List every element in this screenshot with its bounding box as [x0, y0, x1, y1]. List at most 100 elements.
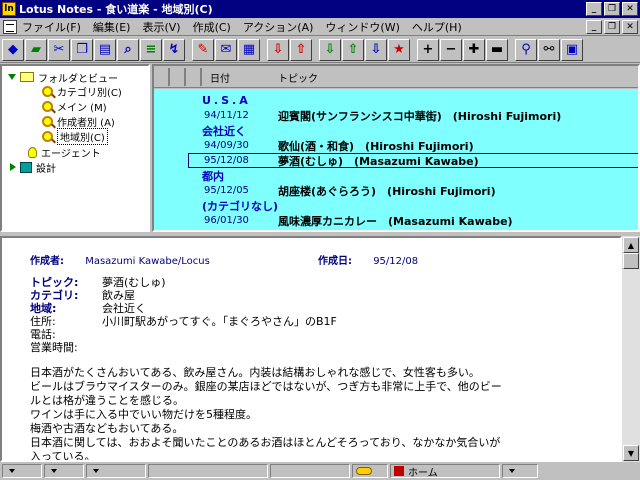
next-unread-down-icon[interactable]: ⇩	[267, 38, 289, 61]
column-header-date[interactable]: 日付	[210, 70, 230, 85]
menu-view[interactable]: 表示(V)	[136, 19, 186, 35]
view-category-row[interactable]: 会社近く	[154, 123, 638, 138]
field-label: 営業時間:	[30, 341, 78, 354]
paste-icon[interactable]: ▤	[94, 38, 116, 61]
edit-document-icon[interactable]: ✎	[192, 38, 214, 61]
sort-icon[interactable]: ↯	[163, 38, 185, 61]
view-document-row[interactable]: 94/11/12 迎賓閣(サンフランシスコ中華街) (Hiroshi Fujim…	[154, 108, 638, 123]
restore-button[interactable]: ❐	[604, 2, 620, 16]
view-document-row[interactable]: 96/01/30 風味濃厚カニカレー (Masazumi Kawabe)	[154, 213, 638, 228]
created-date-value: 95/12/08	[373, 256, 419, 267]
menu-edit[interactable]: 編集(E)	[87, 19, 137, 35]
tree-view-label: 作成者別 (A)	[57, 117, 115, 129]
author-label: 作成者:	[30, 256, 64, 267]
doc-topic: 迎賓閣(サンフランシスコ中華街) (Hiroshi Fujimori)	[278, 109, 562, 123]
lotus-notes-app-icon[interactable]: ln	[2, 2, 16, 16]
menu-create[interactable]: 作成(C)	[187, 19, 237, 35]
tree-view-main[interactable]: メイン (M)	[42, 99, 107, 114]
tree-folders-and-views[interactable]: フォルダとビュー	[8, 70, 118, 85]
status-bar: ホーム	[0, 462, 640, 480]
doc-date: 96/01/30	[204, 215, 249, 226]
status-size-popup[interactable]	[44, 464, 84, 478]
next-document-down-icon[interactable]: ⇩	[319, 38, 341, 61]
status-location-label: ホーム	[408, 467, 438, 479]
field-phone: 電話:	[30, 326, 102, 341]
flashlight-icon[interactable]: ⚲	[515, 38, 537, 61]
doc-topic: 風味濃厚カニカレー (Masazumi Kawabe)	[278, 214, 513, 228]
status-font-popup[interactable]	[2, 464, 42, 478]
collapse-icon[interactable]: −	[440, 38, 462, 61]
column-divider[interactable]	[184, 68, 186, 86]
view-icon	[42, 130, 53, 142]
doc-topic: 夢酒(むしゅ) (Masazumi Kawabe)	[278, 154, 479, 168]
menu-help[interactable]: ヘルプ(H)	[406, 19, 468, 35]
scroll-up-arrow-icon[interactable]: ▲	[623, 237, 639, 253]
search-icon[interactable]: ⌕	[117, 38, 139, 61]
tree-view-by-author[interactable]: 作成者別 (A)	[42, 114, 115, 129]
design-icon	[20, 161, 32, 173]
window-title: Lotus Notes - 食い道楽 - 地域別(C)	[19, 3, 213, 16]
expanded-triangle-icon[interactable]	[8, 74, 16, 80]
prev-document-up-icon[interactable]: ⇧	[342, 38, 364, 61]
minimize-button[interactable]: _	[586, 2, 602, 16]
tree-agents[interactable]: エージェント	[18, 145, 101, 160]
scroll-thumb[interactable]	[623, 253, 639, 269]
forward-icon[interactable]: ✉	[215, 38, 237, 61]
menu-window[interactable]: ウィンドウ(W)	[319, 19, 405, 35]
doc-date: 95/12/05	[204, 185, 249, 196]
home-location-icon	[394, 466, 404, 476]
column-divider[interactable]	[168, 68, 170, 86]
print-icon[interactable]: ▦	[238, 38, 260, 61]
expand-icon[interactable]: +	[417, 38, 439, 61]
collapse-all-icon[interactable]: ▬	[486, 38, 508, 61]
status-access-area	[270, 464, 350, 478]
view-category-row[interactable]: 都内	[154, 168, 638, 183]
prev-unread-up-icon[interactable]: ⇧	[290, 38, 312, 61]
doc-minimize-button[interactable]: _	[586, 19, 602, 34]
author-line: 作成者: Masazumi Kawabe/Locus	[30, 252, 210, 267]
vertical-scrollbar[interactable]: ▲ ▼	[622, 236, 640, 462]
created-date-label: 作成日:	[318, 256, 352, 267]
tree-design[interactable]: 設計	[8, 160, 56, 175]
doc-restore-button[interactable]: ❐	[604, 19, 620, 34]
view-document-row[interactable]: 94/09/30 歌仙(酒・和食) (Hiroshi Fujimori)	[154, 138, 638, 153]
status-mail-indicator[interactable]	[502, 464, 538, 478]
doc-close-button[interactable]: ✕	[622, 19, 638, 34]
view-category-row[interactable]: (カテゴリなし)	[154, 198, 638, 213]
status-style-popup[interactable]	[86, 464, 146, 478]
document-preview-pane[interactable]: 作成者: Masazumi Kawabe/Locus 作成日: 95/12/08…	[0, 236, 622, 462]
status-location-popup[interactable]: ホーム	[390, 464, 500, 479]
view-document-list: U.S.A 94/11/12 迎賓閣(サンフランシスコ中華街) (Hiroshi…	[154, 89, 638, 230]
column-divider[interactable]	[200, 68, 202, 86]
menu-bar: ファイル(F) 編集(E) 表示(V) 作成(C) アクション(A) ウィンドウ…	[0, 18, 640, 36]
collapsed-triangle-icon[interactable]	[10, 163, 16, 171]
next-unread-star-icon[interactable]: ★	[388, 38, 410, 61]
tree-view-by-region[interactable]: 地域別(C)	[42, 127, 108, 145]
close-button[interactable]: ✕	[622, 2, 638, 16]
view-document-row[interactable]: 95/12/05 胡座楼(あぐらろう) (Hiroshi Fujimori)	[154, 183, 638, 198]
cut-icon[interactable]: ✂	[48, 38, 70, 61]
open-database-icon[interactable]: ▰	[25, 38, 47, 61]
created-date-line: 作成日: 95/12/08	[318, 252, 418, 267]
expand-all-icon[interactable]: ✚	[463, 38, 485, 61]
view-document-row-selected[interactable]: 95/12/08 夢酒(むしゅ) (Masazumi Kawabe)	[188, 153, 638, 168]
binoculars-icon[interactable]: ⚯	[538, 38, 560, 61]
document-window-icon[interactable]	[3, 20, 17, 34]
status-user-id[interactable]	[352, 464, 388, 478]
scroll-down-arrow-icon[interactable]: ▼	[623, 445, 639, 461]
key-icon	[356, 467, 372, 475]
view-icon	[42, 115, 53, 127]
view-category-row[interactable]: U.S.A	[154, 93, 638, 108]
column-header-topic[interactable]: トピック	[278, 70, 318, 85]
tree-view-category[interactable]: カテゴリ別(C)	[42, 84, 122, 99]
refresh-icon[interactable]: ≡	[140, 38, 162, 61]
view-pane: 日付 トピック U.S.A 94/11/12 迎賓閣(サンフランシスコ中華街) …	[152, 64, 640, 232]
next-main-down-icon[interactable]: ⇩	[365, 38, 387, 61]
doc-date: 94/11/12	[204, 110, 249, 121]
copy-icon[interactable]: ❐	[71, 38, 93, 61]
menu-actions[interactable]: アクション(A)	[237, 19, 320, 35]
author-value: Masazumi Kawabe/Locus	[85, 256, 210, 267]
dropdown-arrow-icon	[9, 469, 15, 473]
properties-icon[interactable]: ▣	[561, 38, 583, 61]
navigator-icon[interactable]: ◆	[2, 38, 24, 61]
